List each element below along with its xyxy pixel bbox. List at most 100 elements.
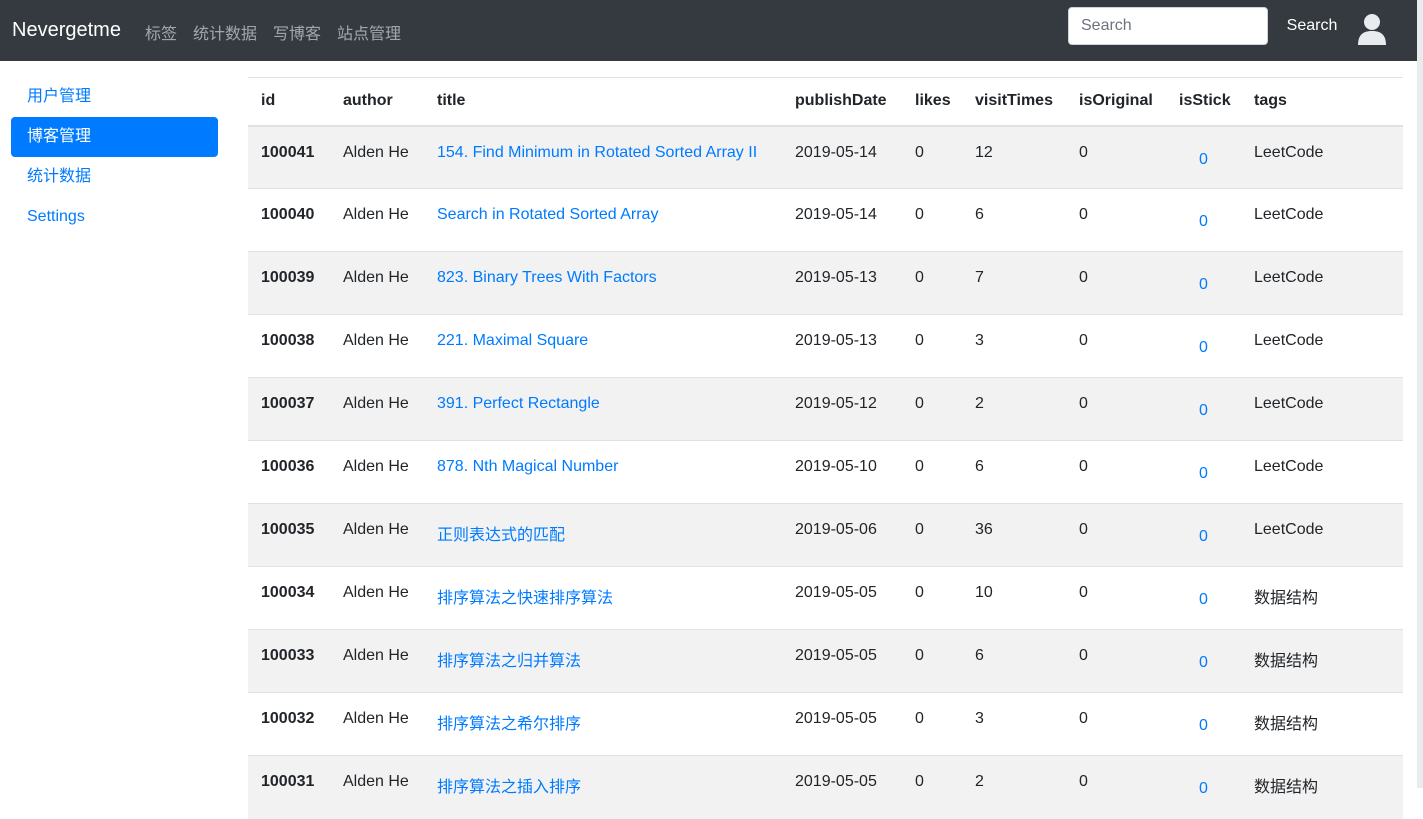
header-publish-date: publishDate xyxy=(782,77,902,127)
visit-times-cell: 10 xyxy=(962,566,1066,630)
sidebar: 用户管理 博客管理 统计数据 Settings xyxy=(11,77,218,237)
author-cell: Alden He xyxy=(330,125,424,189)
title-cell: 排序算法之快速排序算法 xyxy=(424,566,782,630)
likes-cell: 0 xyxy=(902,251,962,315)
title-link[interactable]: 154. Find Minimum in Rotated Sorted Arra… xyxy=(437,144,757,161)
author-cell: Alden He xyxy=(330,503,424,567)
top-navbar: Nevergetme 标签 统计数据 写博客 站点管理 Search xyxy=(0,0,1423,61)
table-row: 100039 Alden He 823. Binary Trees With Fac… xyxy=(248,251,1403,315)
nav-link-stats[interactable]: 统计数据 xyxy=(193,20,257,44)
publish-date-cell: 2019-05-13 xyxy=(782,314,902,378)
visit-times-cell: 3 xyxy=(962,314,1066,378)
author-cell: Alden He xyxy=(330,188,424,252)
likes-cell: 0 xyxy=(902,566,962,630)
tags-cell: LeetCode xyxy=(1241,314,1403,378)
nav-link-tags[interactable]: 标签 xyxy=(145,20,177,44)
title-cell: 154. Find Minimum in Rotated Sorted Arra… xyxy=(424,125,782,189)
header-visit-times: visitTimes xyxy=(962,77,1066,127)
is-stick-toggle[interactable]: 0 xyxy=(1166,125,1241,189)
is-stick-toggle[interactable]: 0 xyxy=(1166,188,1241,252)
header-id: id xyxy=(248,77,330,127)
sidebar-item-blog-admin[interactable]: 博客管理 xyxy=(11,117,218,157)
title-link[interactable]: Search in Rotated Sorted Array xyxy=(437,206,658,223)
is-original-cell: 0 xyxy=(1066,125,1166,189)
title-link[interactable]: 排序算法之快速排序算法 xyxy=(437,590,613,607)
likes-cell: 0 xyxy=(902,188,962,252)
page-scrollbar[interactable] xyxy=(1417,0,1423,788)
likes-cell: 0 xyxy=(902,125,962,189)
is-original-cell: 0 xyxy=(1066,314,1166,378)
visit-times-cell: 3 xyxy=(962,692,1066,756)
likes-cell: 0 xyxy=(902,629,962,693)
is-original-cell: 0 xyxy=(1066,503,1166,567)
table-row: 100032 Alden He 排序算法之希尔排序 2019-05-05 0 3 0 0 数据结… xyxy=(248,692,1403,756)
is-stick-toggle[interactable]: 0 xyxy=(1166,503,1241,567)
publish-date-cell: 2019-05-05 xyxy=(782,692,902,756)
user-avatar-icon[interactable] xyxy=(1356,12,1388,46)
search-button[interactable]: Search xyxy=(1276,7,1348,45)
is-stick-toggle[interactable]: 0 xyxy=(1166,566,1241,630)
brand-link[interactable]: Nevergetme xyxy=(12,19,121,42)
title-cell: 排序算法之归并算法 xyxy=(424,629,782,693)
visit-times-cell: 2 xyxy=(962,755,1066,819)
id-cell: 100039 xyxy=(248,251,330,315)
sidebar-item-settings[interactable]: Settings xyxy=(11,197,218,237)
publish-date-cell: 2019-05-05 xyxy=(782,629,902,693)
author-cell: Alden He xyxy=(330,755,424,819)
title-link[interactable]: 221. Maximal Square xyxy=(437,332,588,349)
is-original-cell: 0 xyxy=(1066,251,1166,315)
table-row: 100037 Alden He 391. Perfect Rectangle 2019… xyxy=(248,377,1403,441)
visit-times-cell: 6 xyxy=(962,188,1066,252)
title-cell: 878. Nth Magical Number xyxy=(424,440,782,504)
sidebar-item-user-admin[interactable]: 用户管理 xyxy=(11,77,218,117)
title-link[interactable]: 排序算法之归并算法 xyxy=(437,653,581,670)
table-row: 100033 Alden He 排序算法之归并算法 2019-05-05 0 6 0 0 数据结… xyxy=(248,629,1403,693)
is-stick-toggle[interactable]: 0 xyxy=(1166,755,1241,819)
nav-links: 标签 统计数据 写博客 站点管理 xyxy=(145,20,401,44)
title-cell: 221. Maximal Square xyxy=(424,314,782,378)
is-stick-toggle[interactable]: 0 xyxy=(1166,692,1241,756)
likes-cell: 0 xyxy=(902,755,962,819)
likes-cell: 0 xyxy=(902,503,962,567)
id-cell: 100037 xyxy=(248,377,330,441)
is-stick-toggle[interactable]: 0 xyxy=(1166,251,1241,315)
nav-link-site-admin[interactable]: 站点管理 xyxy=(337,20,401,44)
id-cell: 100032 xyxy=(248,692,330,756)
title-link[interactable]: 878. Nth Magical Number xyxy=(437,458,618,475)
header-likes: likes xyxy=(902,77,962,127)
table-row: 100035 Alden He 正则表达式的匹配 2019-05-06 0 36 0 0 Lee… xyxy=(248,503,1403,567)
id-cell: 100036 xyxy=(248,440,330,504)
is-original-cell: 0 xyxy=(1066,692,1166,756)
is-original-cell: 0 xyxy=(1066,566,1166,630)
table-row: 100040 Alden He Search in Rotated Sorted A… xyxy=(248,188,1403,252)
is-original-cell: 0 xyxy=(1066,629,1166,693)
author-cell: Alden He xyxy=(330,314,424,378)
title-link[interactable]: 正则表达式的匹配 xyxy=(437,527,565,544)
is-stick-toggle[interactable]: 0 xyxy=(1166,629,1241,693)
id-cell: 100034 xyxy=(248,566,330,630)
visit-times-cell: 6 xyxy=(962,629,1066,693)
nav-link-write-blog[interactable]: 写博客 xyxy=(273,20,321,44)
likes-cell: 0 xyxy=(902,377,962,441)
id-cell: 100035 xyxy=(248,503,330,567)
search-input[interactable] xyxy=(1068,7,1268,45)
author-cell: Alden He xyxy=(330,251,424,315)
sidebar-item-stats[interactable]: 统计数据 xyxy=(11,157,218,197)
title-link[interactable]: 823. Binary Trees With Factors xyxy=(437,269,657,286)
is-stick-toggle[interactable]: 0 xyxy=(1166,440,1241,504)
title-link[interactable]: 391. Perfect Rectangle xyxy=(437,395,600,412)
is-stick-toggle[interactable]: 0 xyxy=(1166,377,1241,441)
table-body: 100041 Alden He 154. Find Minimum in Rotat… xyxy=(248,125,1403,819)
publish-date-cell: 2019-05-10 xyxy=(782,440,902,504)
header-is-original: isOriginal xyxy=(1066,77,1166,127)
title-cell: 排序算法之插入排序 xyxy=(424,755,782,819)
visit-times-cell: 6 xyxy=(962,440,1066,504)
author-cell: Alden He xyxy=(330,629,424,693)
tags-cell: 数据结构 xyxy=(1241,629,1403,693)
is-stick-toggle[interactable]: 0 xyxy=(1166,314,1241,378)
id-cell: 100033 xyxy=(248,629,330,693)
title-link[interactable]: 排序算法之希尔排序 xyxy=(437,716,581,733)
table-header-row: id author title publishDate likes visitT… xyxy=(248,77,1403,127)
title-cell: 排序算法之希尔排序 xyxy=(424,692,782,756)
tags-cell: LeetCode xyxy=(1241,503,1403,567)
